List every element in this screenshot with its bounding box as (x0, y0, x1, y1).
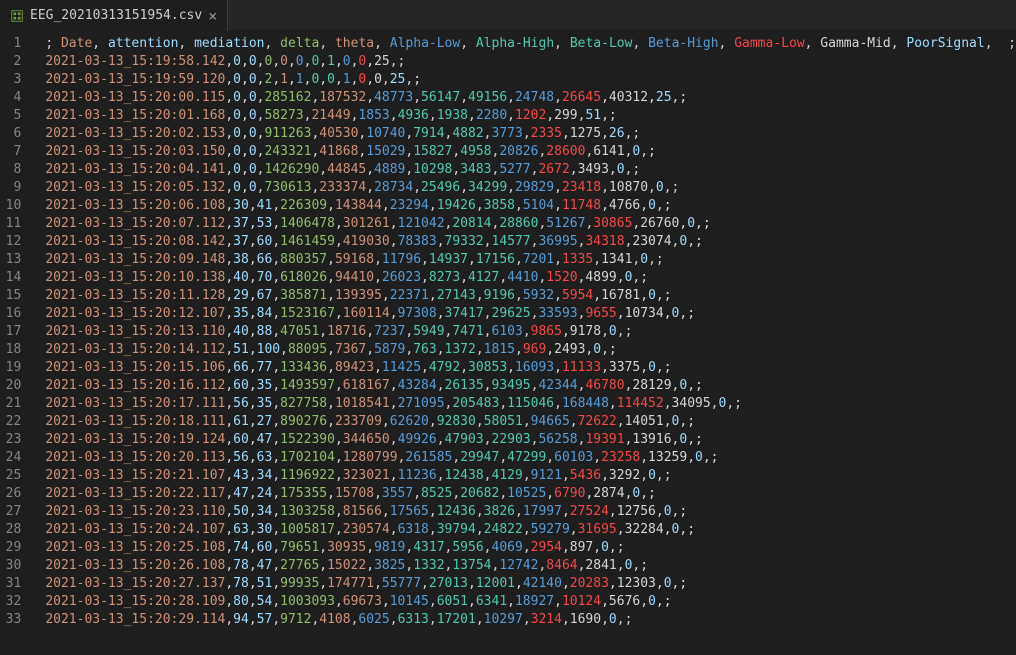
file-tab[interactable]: EEG_20210313151954.csv × (0, 0, 228, 31)
line-number: 7 (0, 143, 21, 161)
code-line[interactable]: 2021-03-13_15:20:09.148,38,66,880357,591… (45, 251, 1016, 269)
code-line[interactable]: 2021-03-13_15:20:05.132,0,0,730613,23337… (45, 179, 1016, 197)
code-line[interactable]: 2021-03-13_15:20:15.106,66,77,133436,894… (45, 359, 1016, 377)
code-line[interactable]: 2021-03-13_15:20:17.111,56,35,827758,101… (45, 395, 1016, 413)
code-line[interactable]: 2021-03-13_15:20:14.112,51,100,88095,736… (45, 341, 1016, 359)
code-line[interactable]: 2021-03-13_15:20:21.107,43,34,1196922,32… (45, 467, 1016, 485)
code-line[interactable]: 2021-03-13_15:20:27.137,78,51,99935,1747… (45, 575, 1016, 593)
line-number: 30 (0, 557, 21, 575)
code-line[interactable]: 2021-03-13_15:20:06.108,30,41,226309,143… (45, 197, 1016, 215)
line-number: 12 (0, 233, 21, 251)
tab-bar: EEG_20210313151954.csv × (0, 0, 1016, 31)
line-number: 20 (0, 377, 21, 395)
code-line[interactable]: 2021-03-13_15:20:28.109,80,54,1003093,69… (45, 593, 1016, 611)
line-number-gutter: 1234567891011121314151617181920212223242… (0, 35, 37, 629)
code-line[interactable]: 2021-03-13_15:20:25.108,74,60,79651,3093… (45, 539, 1016, 557)
line-number: 29 (0, 539, 21, 557)
code-line[interactable]: 2021-03-13_15:20:02.153,0,0,911263,40530… (45, 125, 1016, 143)
editor[interactable]: 1234567891011121314151617181920212223242… (0, 31, 1016, 655)
line-number: 31 (0, 575, 21, 593)
line-number: 27 (0, 503, 21, 521)
code-line[interactable]: 2021-03-13_15:20:22.117,47,24,175355,157… (45, 485, 1016, 503)
code-line[interactable]: 2021-03-13_15:20:00.115,0,0,285162,18753… (45, 89, 1016, 107)
line-number: 14 (0, 269, 21, 287)
code-line[interactable]: 2021-03-13_15:20:08.142,37,60,1461459,41… (45, 233, 1016, 251)
code-line[interactable]: 2021-03-13_15:20:10.138,40,70,618026,944… (45, 269, 1016, 287)
line-number: 22 (0, 413, 21, 431)
code-line[interactable]: 2021-03-13_15:20:03.150,0,0,243321,41868… (45, 143, 1016, 161)
code-line[interactable]: 2021-03-13_15:20:29.114,94,57,9712,4108,… (45, 611, 1016, 629)
line-number: 32 (0, 593, 21, 611)
line-number: 2 (0, 53, 21, 71)
csv-file-icon (10, 9, 24, 23)
line-number: 18 (0, 341, 21, 359)
code-line[interactable]: 2021-03-13_15:20:13.110,40,88,47051,1871… (45, 323, 1016, 341)
line-number: 11 (0, 215, 21, 233)
line-number: 6 (0, 125, 21, 143)
line-number: 16 (0, 305, 21, 323)
code-line[interactable]: 2021-03-13_15:20:07.112,37,53,1406478,30… (45, 215, 1016, 233)
line-number: 25 (0, 467, 21, 485)
code-line[interactable]: 2021-03-13_15:19:59.120,0,0,2,1,1,0,0,1,… (45, 71, 1016, 89)
line-number: 17 (0, 323, 21, 341)
code-line[interactable]: 2021-03-13_15:20:20.113,56,63,1702104,12… (45, 449, 1016, 467)
line-number: 5 (0, 107, 21, 125)
code-line[interactable]: 2021-03-13_15:20:24.107,63,30,1005817,23… (45, 521, 1016, 539)
line-number: 3 (0, 71, 21, 89)
line-number: 13 (0, 251, 21, 269)
line-number: 28 (0, 521, 21, 539)
line-number: 9 (0, 179, 21, 197)
line-number: 23 (0, 431, 21, 449)
code-line[interactable]: 2021-03-13_15:20:19.124,60,47,1522390,34… (45, 431, 1016, 449)
code-line[interactable]: ; Date, attention, mediation, delta, the… (45, 35, 1016, 53)
code-area[interactable]: ; Date, attention, mediation, delta, the… (37, 35, 1016, 629)
line-number: 1 (0, 35, 21, 53)
code-line[interactable]: 2021-03-13_15:20:16.112,60,35,1493597,61… (45, 377, 1016, 395)
code-line[interactable]: 2021-03-13_15:20:23.110,50,34,1303258,81… (45, 503, 1016, 521)
line-number: 8 (0, 161, 21, 179)
code-line[interactable]: 2021-03-13_15:19:58.142,0,0,0,0,0,0,1,0,… (45, 53, 1016, 71)
code-line[interactable]: 2021-03-13_15:20:04.141,0,0,1426290,4484… (45, 161, 1016, 179)
line-number: 26 (0, 485, 21, 503)
line-number: 33 (0, 611, 21, 629)
code-line[interactable]: 2021-03-13_15:20:18.111,61,27,890276,233… (45, 413, 1016, 431)
line-number: 15 (0, 287, 21, 305)
code-line[interactable]: 2021-03-13_15:20:01.168,0,0,58273,21449,… (45, 107, 1016, 125)
code-line[interactable]: 2021-03-13_15:20:12.107,35,84,1523167,16… (45, 305, 1016, 323)
line-number: 10 (0, 197, 21, 215)
line-number: 4 (0, 89, 21, 107)
tab-title: EEG_20210313151954.csv (30, 7, 202, 25)
code-line[interactable]: 2021-03-13_15:20:26.108,78,47,27765,1502… (45, 557, 1016, 575)
code-line[interactable]: 2021-03-13_15:20:11.128,29,67,385871,139… (45, 287, 1016, 305)
line-number: 19 (0, 359, 21, 377)
line-number: 24 (0, 449, 21, 467)
line-number: 21 (0, 395, 21, 413)
